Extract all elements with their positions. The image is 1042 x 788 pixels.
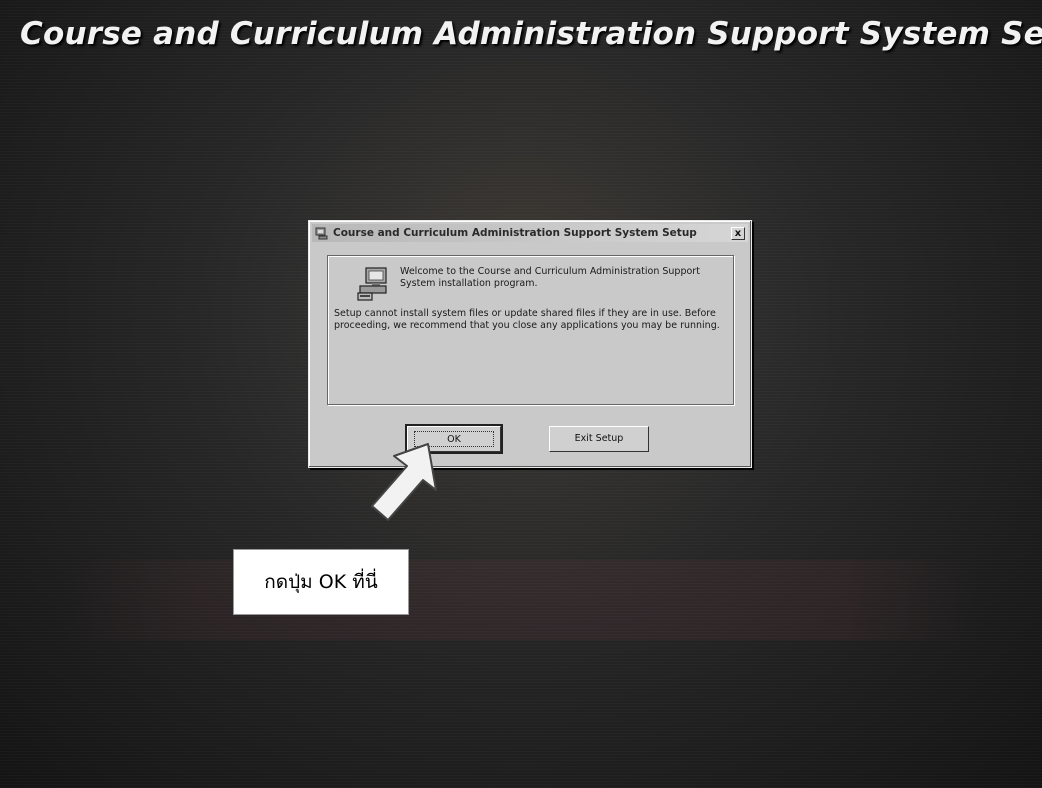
warning-message: Setup cannot install system files or upd… (334, 308, 720, 331)
dialog-message-panel: Welcome to the Course and Curriculum Adm… (327, 255, 734, 405)
setup-dialog: Course and Curriculum Administration Sup… (308, 220, 752, 468)
instruction-callout: กดปุ่ม OK ที่นี่ (233, 549, 409, 615)
setup-screen: Course and Curriculum Administration Sup… (0, 0, 1042, 788)
dialog-titlebar[interactable]: Course and Curriculum Administration Sup… (312, 224, 748, 242)
computer-setup-icon (356, 266, 392, 302)
pointer-arrow (371, 443, 437, 521)
setup-background-title: Course and Curriculum Administration Sup… (20, 16, 1042, 52)
exit-setup-button[interactable]: Exit Setup (549, 426, 649, 452)
dialog-title: Course and Curriculum Administration Sup… (333, 227, 697, 239)
close-button[interactable]: x (731, 226, 745, 240)
watermark-band (60, 560, 980, 640)
welcome-message: Welcome to the Course and Curriculum Adm… (400, 266, 700, 289)
setup-app-icon (315, 226, 329, 240)
